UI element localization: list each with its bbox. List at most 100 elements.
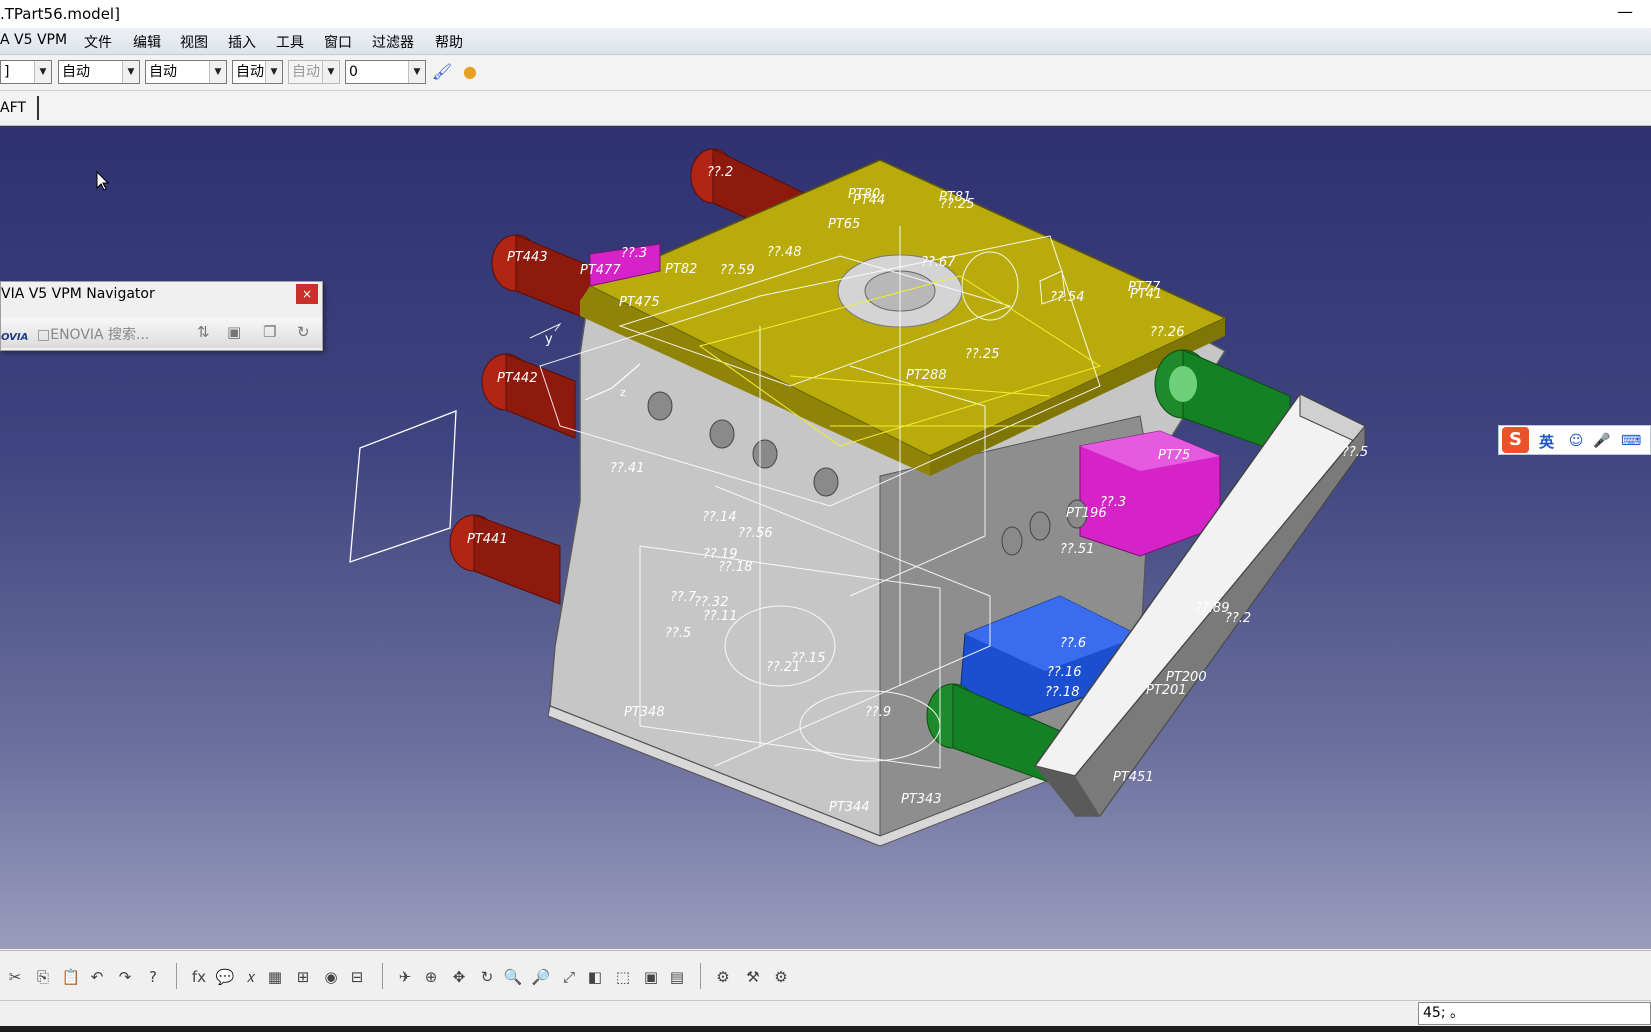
redo-icon[interactable]: ↷: [114, 967, 136, 987]
swap-visible-icon[interactable]: ▤: [666, 967, 688, 987]
workbench-label: AFT: [0, 100, 26, 116]
cad-point-label: ??.67: [921, 255, 956, 270]
whats-this-icon[interactable]: ?: [142, 967, 164, 987]
toolbar-separator: [37, 96, 39, 120]
normal-view-icon[interactable]: ⤢: [558, 967, 580, 987]
menu-item-view[interactable]: 视图: [180, 32, 208, 52]
sogou-logo[interactable]: S: [1502, 427, 1529, 453]
menu-item-tools[interactable]: 工具: [276, 32, 304, 52]
formula-icon[interactable]: fx: [188, 967, 210, 987]
cad-point-label: ??.41: [610, 461, 644, 476]
copy-icon[interactable]: ❐: [263, 323, 276, 341]
point-style-combo: 自动 ▼: [288, 60, 340, 84]
keyboard-icon[interactable]: ⌨: [1621, 432, 1641, 450]
menu-item-window[interactable]: 窗口: [324, 32, 352, 52]
dropdown-arrow-icon: ▼: [209, 61, 226, 83]
cad-point-label: ??.25: [965, 347, 999, 362]
close-icon[interactable]: ×: [296, 284, 318, 304]
zoom-out-icon[interactable]: 🔎: [530, 967, 552, 987]
comment-icon[interactable]: 💬: [214, 967, 236, 987]
refresh-icon[interactable]: ↻: [297, 323, 310, 341]
ime-language-toggle[interactable]: 英: [1539, 431, 1554, 452]
layer-combo[interactable]: ] ▼: [0, 60, 52, 84]
smile-icon[interactable]: ☺: [1567, 432, 1585, 450]
zoom-in-icon[interactable]: 🔍: [502, 967, 524, 987]
status-bar: 45; 。: [0, 1000, 1651, 1027]
cad-point-label: ??.32: [694, 595, 728, 610]
fly-mode-icon[interactable]: ✈: [394, 967, 416, 987]
reference-plane: [349, 410, 457, 563]
command-input[interactable]: 45; 。: [1418, 1002, 1651, 1025]
paste-icon[interactable]: 📋: [60, 967, 82, 987]
cad-point-label: PT475: [619, 295, 660, 310]
cad-point-label: ??.21: [766, 660, 800, 675]
paintbrush-icon[interactable]: 🖌: [430, 61, 454, 83]
navigator-panel: VIA V5 VPM Navigator × OVIA □ENOVIA 搜索..…: [0, 281, 323, 351]
cad-point-label: PT288: [906, 368, 947, 383]
cad-point-label: ??.14: [702, 510, 736, 525]
cad-point-label: PT442: [497, 371, 538, 386]
grid-icon[interactable]: ⊞: [292, 967, 314, 987]
copy-icon[interactable]: ⎘: [32, 967, 54, 987]
3d-viewport[interactable]: y z ??.2 PT80 PT44 PT81 ??.25 PT65 ??.48 ??.67 P…: [0, 126, 1651, 949]
cad-point-label: PT451: [1113, 770, 1154, 785]
options-icon[interactable]: ⚙: [770, 967, 792, 987]
menu-item-start[interactable]: A V5 VPM: [0, 32, 67, 48]
menu-item-edit[interactable]: 编辑: [133, 32, 161, 52]
standard-toolbar: ✂ ⎘ 📋 ↶ ↷? fx 💬 𝑥 ▦ ⊞ ◉ ⊟ ✈ ⊕ ✥ ↻ 🔍 🔎 ⤢ ◧ ⬚ ▣ ▤ ⚙ ⚒ ⚙: [0, 950, 1651, 1001]
record-icon[interactable]: ◉: [320, 967, 342, 987]
linetype-combo[interactable]: 自动 ▼: [145, 60, 227, 84]
cad-point-label: PT44: [853, 193, 885, 208]
color-palette-icon[interactable]: ●: [458, 61, 482, 83]
cad-point-label: PT343: [901, 792, 942, 807]
lineweight-combo[interactable]: 自动 ▼: [232, 60, 283, 84]
color-combo-value: 自动: [62, 64, 90, 80]
cad-point-label: ??.11: [703, 609, 737, 624]
cad-point-label: ??.5: [1342, 445, 1368, 460]
navigator-toolbar: OVIA □ENOVIA 搜索... ⇅ ▣ ❐ ↻: [1, 318, 322, 348]
tools-icon[interactable]: ⚒: [742, 967, 764, 987]
table-icon[interactable]: ▦: [264, 967, 286, 987]
save-icon[interactable]: ▣: [227, 323, 241, 341]
dropdown-arrow-icon: ▼: [322, 61, 339, 83]
cad-point-label: ??.18: [718, 560, 752, 575]
cad-point-label: PT196: [1066, 506, 1107, 521]
cut-icon[interactable]: ✂: [4, 967, 26, 987]
cad-point-label: PT75: [1158, 448, 1190, 463]
hide-show-icon[interactable]: ▣: [640, 967, 662, 987]
linetype-combo-value: 自动: [149, 64, 177, 80]
lineweight-combo-value: 自动: [236, 64, 264, 80]
variable-icon[interactable]: 𝑥: [240, 967, 262, 987]
microphone-icon[interactable]: 🎤: [1593, 432, 1611, 450]
filter-icon[interactable]: ⊟: [346, 967, 368, 987]
enovia-logo: OVIA: [1, 332, 29, 343]
render-style-icon[interactable]: ⬚: [612, 967, 634, 987]
dropdown-arrow-icon: ▼: [34, 61, 51, 83]
cad-point-label: ??.54: [1050, 290, 1084, 305]
cad-point-label: ??.18: [1045, 685, 1079, 700]
minimize-icon[interactable]: —: [1617, 2, 1633, 21]
sort-icon[interactable]: ⇅: [197, 323, 210, 341]
point-style-combo-value: 自动: [292, 64, 320, 80]
transparency-combo[interactable]: 0 ▼: [345, 60, 426, 84]
settings-icon[interactable]: ⚙: [712, 967, 734, 987]
cad-point-label: PT201: [1146, 683, 1187, 698]
fit-all-icon[interactable]: ⊕: [420, 967, 442, 987]
toolbar-separator: [176, 963, 177, 989]
cad-point-label: PT441: [467, 532, 508, 547]
workbench-toolbar: AFT: [0, 91, 1651, 126]
undo-icon[interactable]: ↶: [86, 967, 108, 987]
cad-point-label: ??.7: [670, 590, 697, 605]
menu-item-filter[interactable]: 过滤器: [372, 32, 414, 52]
menu-item-insert[interactable]: 插入: [228, 32, 256, 52]
menu-item-file[interactable]: 文件: [84, 32, 112, 52]
ime-toolbar: S 英 ☺ 🎤 ⌨: [1498, 425, 1651, 455]
iso-view-icon[interactable]: ◧: [584, 967, 606, 987]
toolbar-separator: [382, 963, 383, 989]
enovia-search-button[interactable]: □ENOVIA 搜索...: [37, 324, 149, 344]
rotate-icon[interactable]: ↻: [476, 967, 498, 987]
menu-item-help[interactable]: 帮助: [435, 32, 463, 52]
cad-point-label: PT82: [665, 262, 697, 277]
color-combo[interactable]: 自动 ▼: [58, 60, 140, 84]
pan-icon[interactable]: ✥: [448, 967, 470, 987]
